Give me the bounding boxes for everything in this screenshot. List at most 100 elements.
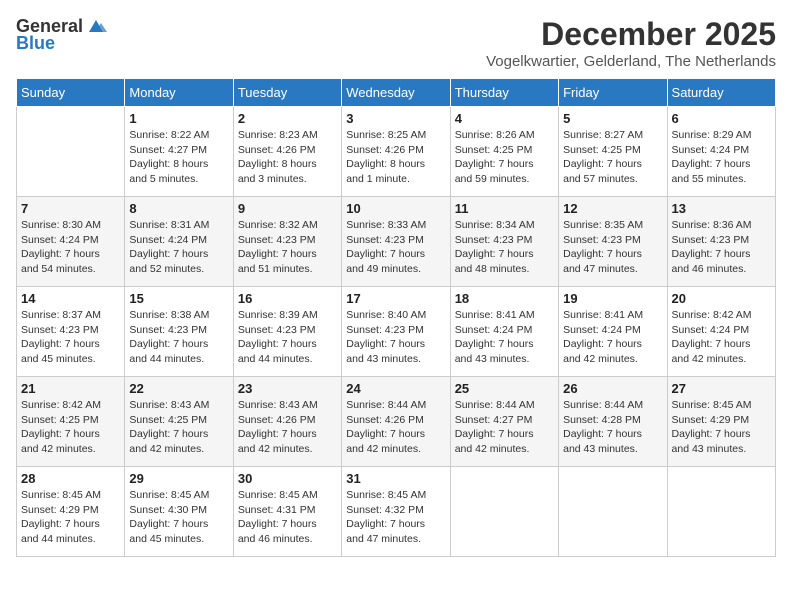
- day-info: Sunrise: 8:44 AM Sunset: 4:28 PM Dayligh…: [563, 398, 662, 457]
- calendar-week-3: 14 Sunrise: 8:37 AM Sunset: 4:23 PM Dayli…: [17, 287, 776, 377]
- day-info: Sunrise: 8:31 AM Sunset: 4:24 PM Dayligh…: [129, 218, 228, 277]
- calendar-cell: [450, 467, 558, 557]
- calendar-cell: 19 Sunrise: 8:41 AM Sunset: 4:24 PM Dayli…: [559, 287, 667, 377]
- day-info: Sunrise: 8:25 AM Sunset: 4:26 PM Dayligh…: [346, 128, 445, 187]
- calendar-cell: 27Sunrise: 8:45 AM Sunset: 4:29 PM Dayli…: [667, 377, 775, 467]
- calendar-cell: 30 Sunrise: 8:45 AM Sunset: 4:31 PM Dayli…: [233, 467, 341, 557]
- day-info: Sunrise: 8:29 AM Sunset: 4:24 PM Dayligh…: [672, 128, 771, 187]
- day-number: 21: [21, 381, 120, 396]
- day-info: Sunrise: 8:26 AM Sunset: 4:25 PM Dayligh…: [455, 128, 554, 187]
- title-section: December 2025 Vogelkwartier, Gelderland,…: [486, 16, 776, 70]
- calendar-cell: 9 Sunrise: 8:32 AM Sunset: 4:23 PM Daylig…: [233, 197, 341, 287]
- calendar-week-5: 28 Sunrise: 8:45 AM Sunset: 4:29 PM Dayli…: [17, 467, 776, 557]
- calendar-cell: 25 Sunrise: 8:44 AM Sunset: 4:27 PM Dayli…: [450, 377, 558, 467]
- day-info: Sunrise: 8:30 AM Sunset: 4:24 PM Dayligh…: [21, 218, 120, 277]
- calendar-cell: 17 Sunrise: 8:40 AM Sunset: 4:23 PM Dayli…: [342, 287, 450, 377]
- day-number: 29: [129, 471, 228, 486]
- day-number: 28: [21, 471, 120, 486]
- calendar-week-4: 21 Sunrise: 8:42 AM Sunset: 4:25 PM Dayli…: [17, 377, 776, 467]
- weekday-header-monday: Monday: [125, 79, 233, 107]
- day-number: 11: [455, 201, 554, 216]
- weekday-header-saturday: Saturday: [667, 79, 775, 107]
- day-number: 25: [455, 381, 554, 396]
- day-number: 8: [129, 201, 228, 216]
- day-number: 18: [455, 291, 554, 306]
- calendar-cell: 20Sunrise: 8:42 AM Sunset: 4:24 PM Dayli…: [667, 287, 775, 377]
- day-info: Sunrise: 8:40 AM Sunset: 4:23 PM Dayligh…: [346, 308, 445, 367]
- day-number: 20: [672, 291, 771, 306]
- calendar-cell: 11 Sunrise: 8:34 AM Sunset: 4:23 PM Dayli…: [450, 197, 558, 287]
- calendar-cell: 26 Sunrise: 8:44 AM Sunset: 4:28 PM Dayli…: [559, 377, 667, 467]
- day-number: 23: [238, 381, 337, 396]
- calendar-cell: 12 Sunrise: 8:35 AM Sunset: 4:23 PM Dayli…: [559, 197, 667, 287]
- day-number: 4: [455, 111, 554, 126]
- calendar-cell: 14 Sunrise: 8:37 AM Sunset: 4:23 PM Dayli…: [17, 287, 125, 377]
- day-number: 31: [346, 471, 445, 486]
- day-info: Sunrise: 8:45 AM Sunset: 4:31 PM Dayligh…: [238, 488, 337, 547]
- page-header: General Blue December 2025 Vogelkwartier…: [16, 16, 776, 70]
- calendar-cell: 2Sunrise: 8:23 AM Sunset: 4:26 PM Daylig…: [233, 107, 341, 197]
- day-number: 6: [672, 111, 771, 126]
- day-number: 13: [672, 201, 771, 216]
- day-info: Sunrise: 8:45 AM Sunset: 4:29 PM Dayligh…: [672, 398, 771, 457]
- day-number: 3: [346, 111, 445, 126]
- calendar-cell: 5Sunrise: 8:27 AM Sunset: 4:25 PM Daylig…: [559, 107, 667, 197]
- day-number: 22: [129, 381, 228, 396]
- logo: General Blue: [16, 16, 107, 54]
- day-number: 26: [563, 381, 662, 396]
- day-number: 9: [238, 201, 337, 216]
- day-number: 7: [21, 201, 120, 216]
- calendar-cell: 10 Sunrise: 8:33 AM Sunset: 4:23 PM Dayli…: [342, 197, 450, 287]
- day-info: Sunrise: 8:36 AM Sunset: 4:23 PM Dayligh…: [672, 218, 771, 277]
- calendar-table: SundayMondayTuesdayWednesdayThursdayFrid…: [16, 78, 776, 557]
- day-info: Sunrise: 8:41 AM Sunset: 4:24 PM Dayligh…: [563, 308, 662, 367]
- weekday-header-tuesday: Tuesday: [233, 79, 341, 107]
- weekday-header-friday: Friday: [559, 79, 667, 107]
- day-info: Sunrise: 8:44 AM Sunset: 4:27 PM Dayligh…: [455, 398, 554, 457]
- day-number: 17: [346, 291, 445, 306]
- day-number: 24: [346, 381, 445, 396]
- calendar-cell: 6 Sunrise: 8:29 AM Sunset: 4:24 PM Daylig…: [667, 107, 775, 197]
- calendar-cell: 22Sunrise: 8:43 AM Sunset: 4:25 PM Dayli…: [125, 377, 233, 467]
- day-info: Sunrise: 8:45 AM Sunset: 4:29 PM Dayligh…: [21, 488, 120, 547]
- day-number: 19: [563, 291, 662, 306]
- calendar-cell: 18 Sunrise: 8:41 AM Sunset: 4:24 PM Dayli…: [450, 287, 558, 377]
- day-info: Sunrise: 8:43 AM Sunset: 4:26 PM Dayligh…: [238, 398, 337, 457]
- day-number: 30: [238, 471, 337, 486]
- day-info: Sunrise: 8:45 AM Sunset: 4:32 PM Dayligh…: [346, 488, 445, 547]
- location: Vogelkwartier, Gelderland, The Netherlan…: [486, 53, 776, 70]
- calendar-cell: 3 Sunrise: 8:25 AM Sunset: 4:26 PM Daylig…: [342, 107, 450, 197]
- weekday-header-wednesday: Wednesday: [342, 79, 450, 107]
- calendar-week-1: 1Sunrise: 8:22 AM Sunset: 4:27 PM Daylig…: [17, 107, 776, 197]
- day-number: 15: [129, 291, 228, 306]
- calendar-cell: 28 Sunrise: 8:45 AM Sunset: 4:29 PM Dayli…: [17, 467, 125, 557]
- day-info: Sunrise: 8:38 AM Sunset: 4:23 PM Dayligh…: [129, 308, 228, 367]
- day-number: 1: [129, 111, 228, 126]
- weekday-header-sunday: Sunday: [17, 79, 125, 107]
- day-info: Sunrise: 8:42 AM Sunset: 4:25 PM Dayligh…: [21, 398, 120, 457]
- day-number: 12: [563, 201, 662, 216]
- day-number: 5: [563, 111, 662, 126]
- calendar-cell: [17, 107, 125, 197]
- day-info: Sunrise: 8:33 AM Sunset: 4:23 PM Dayligh…: [346, 218, 445, 277]
- day-info: Sunrise: 8:35 AM Sunset: 4:23 PM Dayligh…: [563, 218, 662, 277]
- weekday-header-thursday: Thursday: [450, 79, 558, 107]
- calendar-cell: 21 Sunrise: 8:42 AM Sunset: 4:25 PM Dayli…: [17, 377, 125, 467]
- day-info: Sunrise: 8:23 AM Sunset: 4:26 PM Dayligh…: [238, 128, 337, 187]
- day-info: Sunrise: 8:41 AM Sunset: 4:24 PM Dayligh…: [455, 308, 554, 367]
- calendar-cell: 15 Sunrise: 8:38 AM Sunset: 4:23 PM Dayli…: [125, 287, 233, 377]
- month-title: December 2025: [486, 16, 776, 53]
- logo-icon: [85, 18, 107, 36]
- calendar-cell: [667, 467, 775, 557]
- day-number: 16: [238, 291, 337, 306]
- calendar-cell: 7 Sunrise: 8:30 AM Sunset: 4:24 PM Daylig…: [17, 197, 125, 287]
- calendar-cell: 8 Sunrise: 8:31 AM Sunset: 4:24 PM Daylig…: [125, 197, 233, 287]
- day-info: Sunrise: 8:32 AM Sunset: 4:23 PM Dayligh…: [238, 218, 337, 277]
- day-info: Sunrise: 8:34 AM Sunset: 4:23 PM Dayligh…: [455, 218, 554, 277]
- day-number: 10: [346, 201, 445, 216]
- calendar-week-2: 7 Sunrise: 8:30 AM Sunset: 4:24 PM Daylig…: [17, 197, 776, 287]
- day-number: 14: [21, 291, 120, 306]
- calendar-cell: [559, 467, 667, 557]
- day-info: Sunrise: 8:37 AM Sunset: 4:23 PM Dayligh…: [21, 308, 120, 367]
- calendar-cell: 23 Sunrise: 8:43 AM Sunset: 4:26 PM Dayli…: [233, 377, 341, 467]
